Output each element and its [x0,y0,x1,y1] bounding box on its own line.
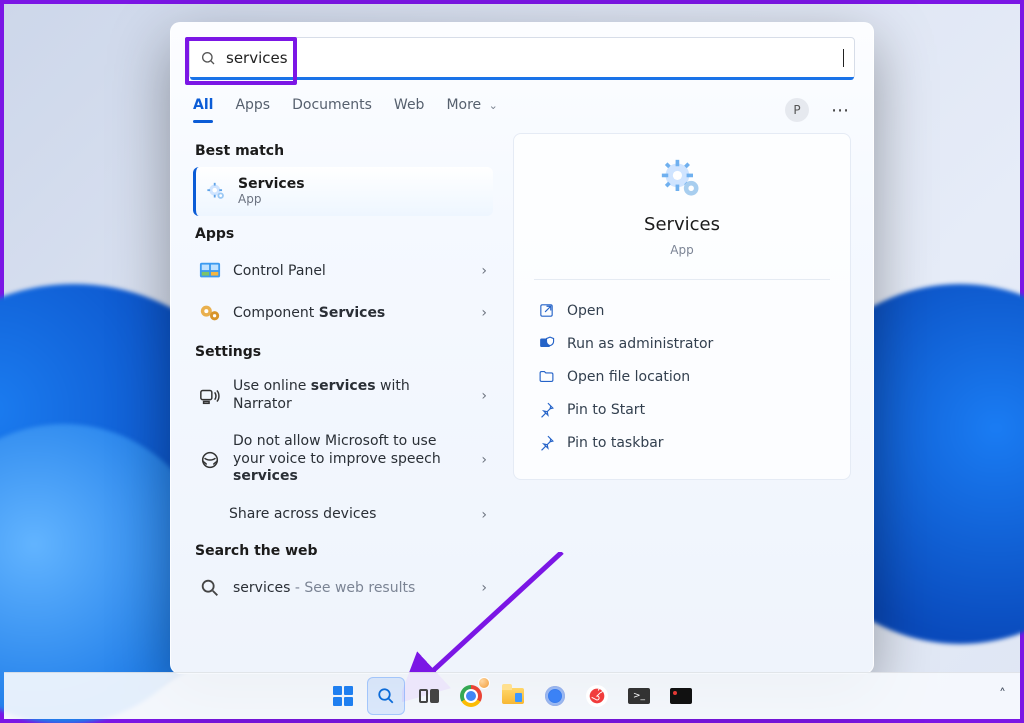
result-narrator-online-services[interactable]: Use online services with Narrator › [193,368,493,423]
app-icon [670,688,692,704]
chevron-right-icon: › [481,580,487,596]
best-match-result[interactable]: Services App [193,167,493,216]
result-component-services[interactable]: Component Services › [193,292,493,334]
result-label: Component Services [233,305,469,323]
tab-apps[interactable]: Apps [235,97,270,123]
taskbar-search-button[interactable] [367,677,405,715]
filter-tabs: All Apps Documents Web More ⌄ P ⋯ [171,79,873,123]
tab-documents[interactable]: Documents [292,97,372,123]
search-icon [200,50,216,66]
result-label: services - See web results [233,580,469,598]
result-label: Use online services with Narrator [233,378,469,413]
chevron-right-icon: › [481,507,487,523]
tab-all[interactable]: All [193,97,213,123]
pin-icon [538,401,555,418]
folder-icon [538,368,555,385]
tab-more[interactable]: More ⌄ [446,97,497,123]
detail-title: Services [644,214,720,235]
settings-gear-icon [545,686,565,706]
pin-icon [538,434,555,451]
taskbar-app-button[interactable] [663,678,699,714]
search-icon [199,577,221,599]
search-field[interactable]: services [189,37,855,79]
chevron-down-icon: ⌄ [489,99,498,112]
action-pin-to-start[interactable]: Pin to Start [534,393,830,426]
tab-web[interactable]: Web [394,97,425,123]
best-match-subtitle: App [238,192,305,206]
result-detail-pane: Services App Open Run as administrator O… [513,133,851,480]
control-panel-icon [199,260,221,282]
result-web-search[interactable]: services - See web results › [193,567,493,609]
voice-privacy-icon [199,449,221,471]
text-caret [843,49,844,67]
profile-avatar[interactable]: P [785,98,809,122]
taskbar-settings-button[interactable] [537,678,573,714]
taskbar-steam-button[interactable] [579,678,615,714]
chevron-right-icon: › [481,263,487,279]
more-options-button[interactable]: ⋯ [831,100,851,121]
results-column: Best match Services App Apps Control P [193,133,493,609]
narrator-icon [199,385,221,407]
steam-icon [586,685,608,707]
services-gear-icon [660,158,704,206]
component-services-icon [199,302,221,324]
folder-icon [502,688,524,704]
profile-badge-icon [479,678,489,688]
search-input-text[interactable]: services [226,49,845,67]
services-gear-icon [206,181,228,203]
action-run-as-admin[interactable]: Run as administrator [534,327,830,360]
taskbar: >_ ˄ [4,672,1020,719]
section-apps: Apps [195,226,493,242]
shield-admin-icon [538,335,555,352]
action-open-file-location[interactable]: Open file location [534,360,830,393]
taskbar-file-explorer-button[interactable] [495,678,531,714]
section-best-match: Best match [195,143,493,159]
start-search-panel: services All Apps Documents Web More ⌄ P… [170,22,874,674]
taskbar-chrome-button[interactable] [453,678,489,714]
result-share-across-devices[interactable]: Share across devices › [223,496,493,534]
result-label: Share across devices [229,506,469,524]
result-voice-speech-services[interactable]: Do not allow Microsoft to use your voice… [193,423,493,496]
section-web: Search the web [195,543,493,559]
open-icon [538,302,555,319]
taskbar-task-view-button[interactable] [411,678,447,714]
chevron-right-icon: › [481,305,487,321]
taskbar-start-button[interactable] [325,678,361,714]
chevron-right-icon: › [481,452,487,468]
result-label: Control Panel [233,263,469,281]
action-pin-to-taskbar[interactable]: Pin to taskbar [534,426,830,459]
chevron-right-icon: › [481,388,487,404]
best-match-title: Services [238,177,305,192]
result-label: Do not allow Microsoft to use your voice… [233,433,469,486]
windows-logo-icon [333,686,353,706]
section-settings: Settings [195,344,493,360]
result-control-panel[interactable]: Control Panel › [193,250,493,292]
detail-subtitle: App [670,243,693,257]
search-icon [377,687,395,705]
task-view-icon [419,689,439,703]
taskbar-overflow-chevron[interactable]: ˄ [999,687,1006,703]
terminal-icon: >_ [628,688,650,704]
action-open[interactable]: Open [534,294,830,327]
chrome-icon [460,685,482,707]
taskbar-terminal-button[interactable]: >_ [621,678,657,714]
